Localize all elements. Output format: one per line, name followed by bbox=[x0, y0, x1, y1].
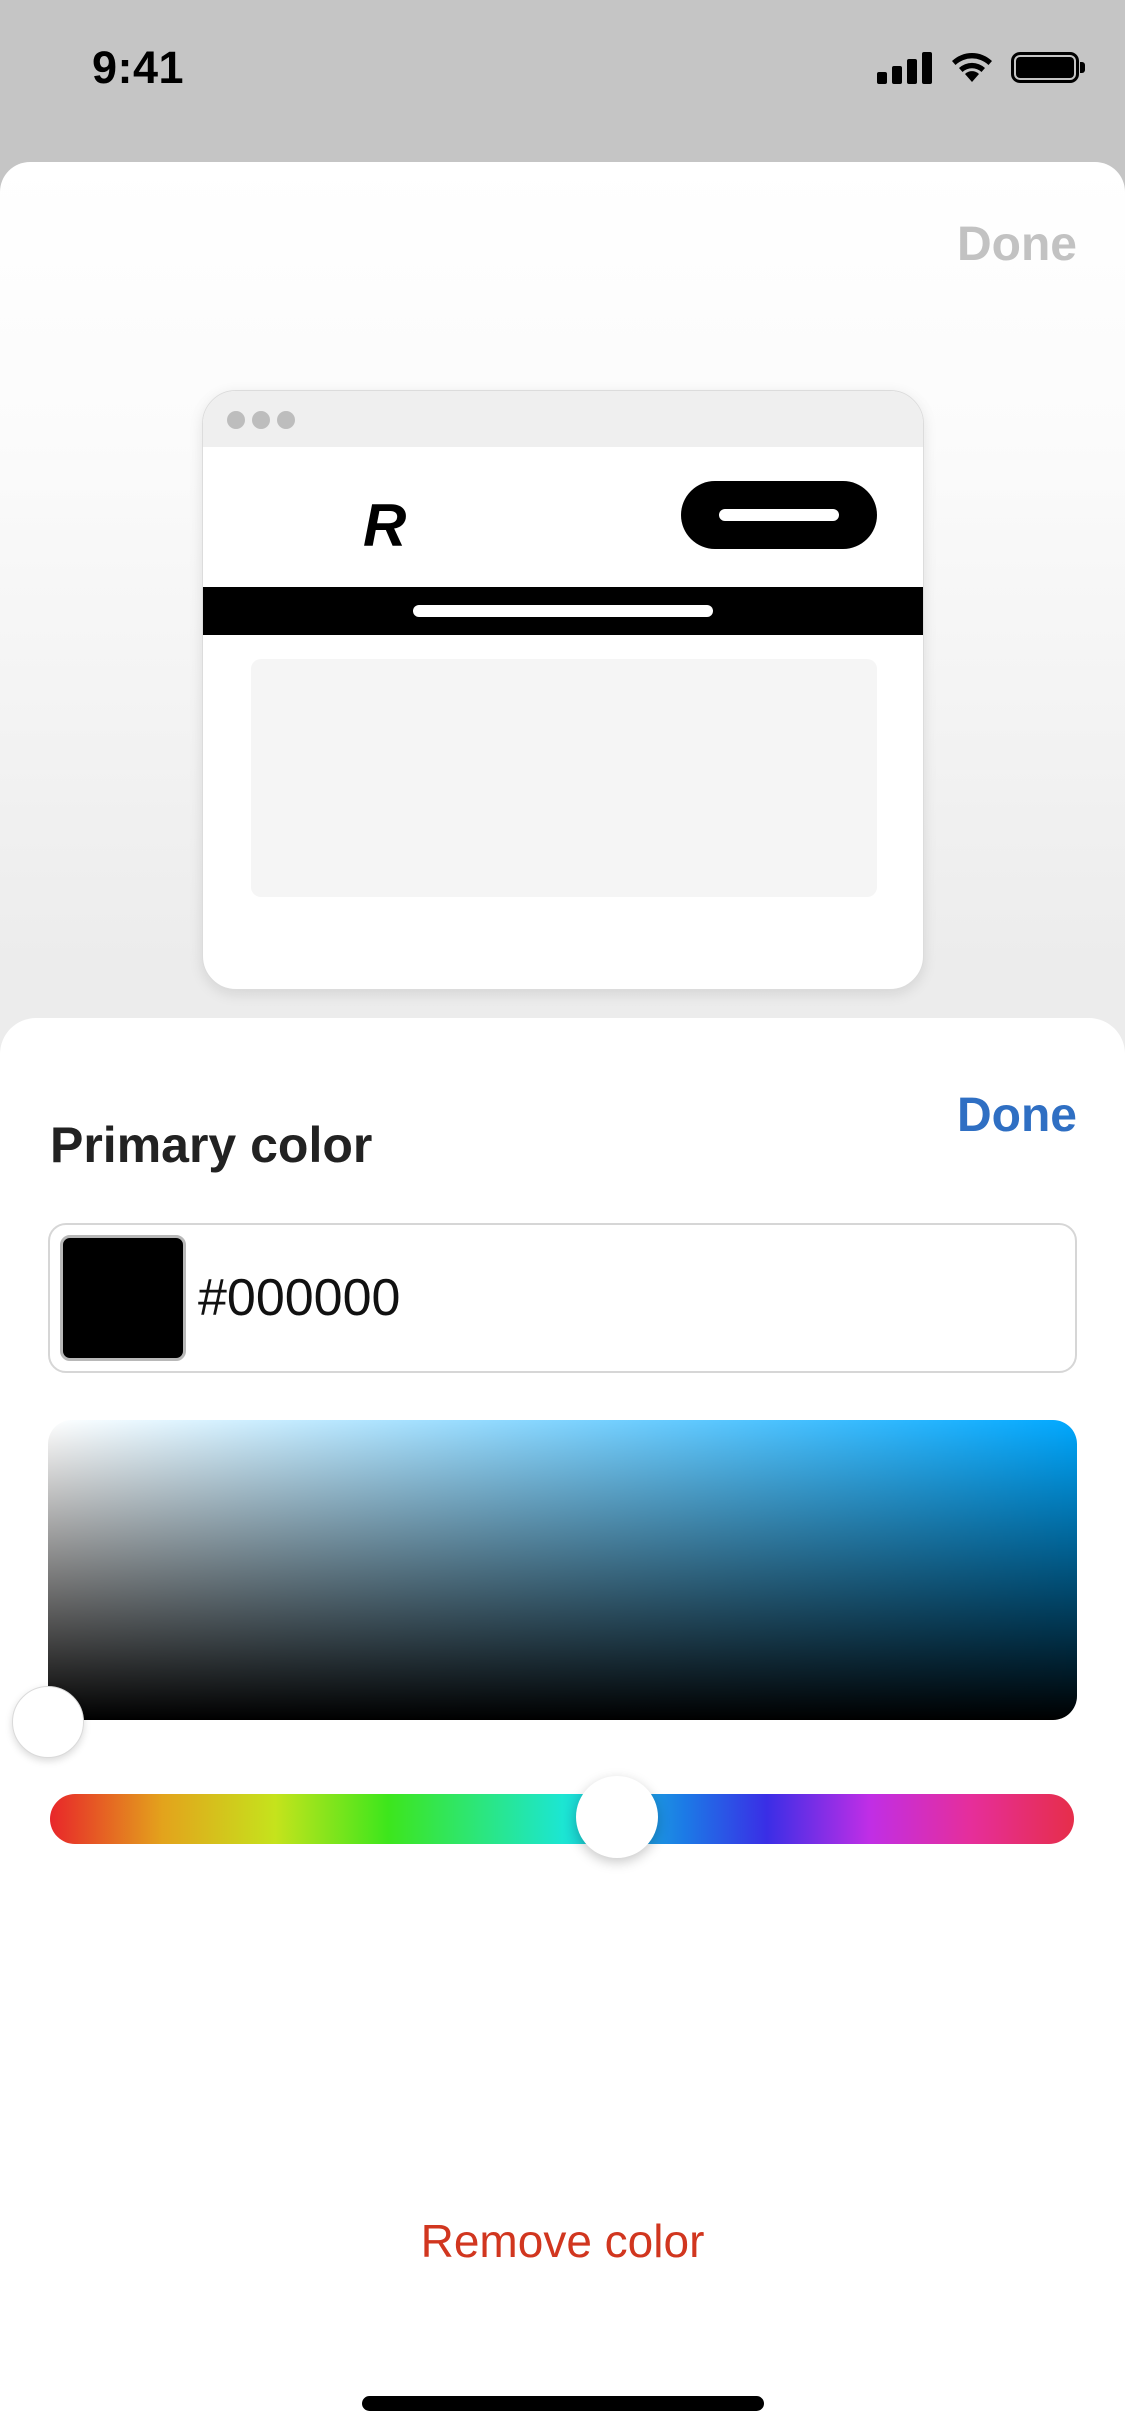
picker-title: Primary color bbox=[50, 1117, 373, 1173]
hex-color-field[interactable] bbox=[48, 1223, 1077, 1373]
status-icons bbox=[877, 50, 1085, 84]
preview-nav-bar bbox=[203, 587, 923, 635]
preview-done-button[interactable]: Done bbox=[957, 217, 1077, 272]
color-picker-sheet: Done Primary color Remove color bbox=[0, 1018, 1125, 2436]
window-dot-icon bbox=[252, 411, 270, 429]
saturation-brightness-thumb[interactable] bbox=[12, 1686, 84, 1758]
cellular-signal-icon bbox=[877, 50, 933, 84]
hue-slider-thumb[interactable] bbox=[576, 1776, 658, 1858]
home-indicator[interactable] bbox=[362, 2396, 764, 2411]
preview-logo: R bbox=[363, 492, 407, 559]
hue-slider[interactable] bbox=[50, 1794, 1074, 1844]
preview-button-placeholder bbox=[681, 481, 877, 549]
preview-window-titlebar bbox=[203, 391, 923, 447]
picker-done-button[interactable]: Done bbox=[957, 1088, 1077, 1143]
battery-icon bbox=[1011, 50, 1085, 84]
saturation-brightness-area[interactable] bbox=[48, 1420, 1077, 1720]
remove-color-button[interactable]: Remove color bbox=[0, 2214, 1125, 2268]
status-time: 9:41 bbox=[92, 42, 185, 93]
window-dot-icon bbox=[227, 411, 245, 429]
wifi-icon bbox=[952, 53, 992, 82]
window-dot-icon bbox=[277, 411, 295, 429]
preview-content-placeholder bbox=[251, 659, 877, 897]
screen: 9:41 Done R Done Primary color #000000 R… bbox=[0, 0, 1125, 2436]
status-bar: 9:41 bbox=[0, 0, 1125, 140]
hex-input[interactable] bbox=[198, 1253, 1058, 1343]
color-swatch bbox=[60, 1235, 186, 1361]
website-preview-card: R bbox=[202, 390, 924, 990]
